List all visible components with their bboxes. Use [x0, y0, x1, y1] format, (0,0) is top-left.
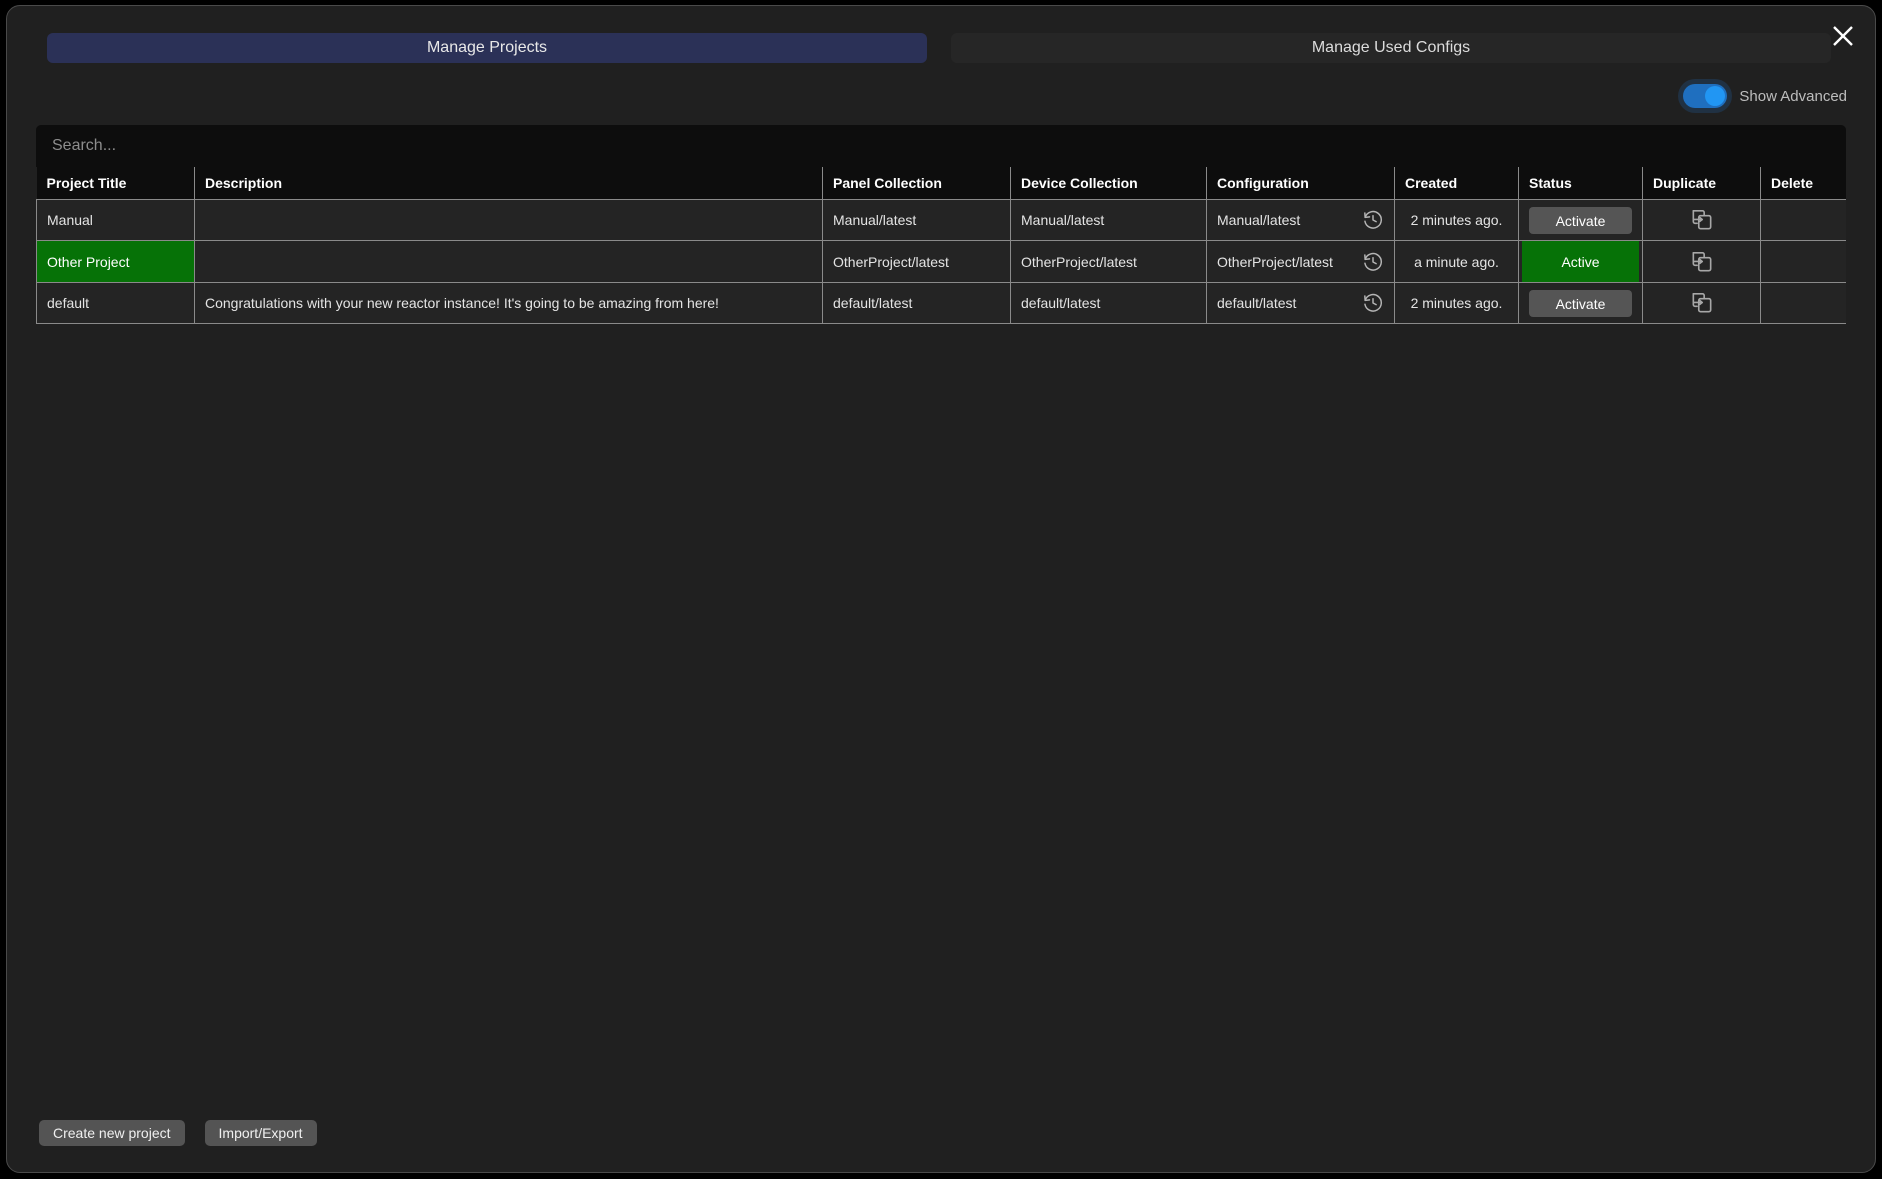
cell-description[interactable]: Congratulations with your new reactor in… — [194, 282, 823, 324]
duplicate-icon[interactable] — [1689, 290, 1715, 316]
column-header-status[interactable]: Status — [1518, 167, 1643, 200]
cell-project-title[interactable]: default — [36, 282, 195, 324]
cell-delete[interactable] — [1760, 240, 1846, 283]
active-status-badge[interactable]: Active — [1522, 241, 1639, 282]
show-advanced-toggle[interactable] — [1683, 84, 1728, 108]
cell-status: Activate — [1518, 199, 1643, 241]
projects-table-panel: Project Title Description Panel Collecti… — [36, 125, 1846, 324]
cell-panel-collection[interactable]: Manual/latest — [822, 199, 1011, 241]
column-header-device-collection[interactable]: Device Collection — [1010, 167, 1207, 200]
cell-configuration[interactable]: default/latest — [1206, 282, 1395, 324]
cell-device-collection[interactable]: Manual/latest — [1010, 199, 1207, 241]
cell-description[interactable] — [194, 199, 823, 241]
table-row[interactable]: Other Project OtherProject/latest OtherP… — [36, 240, 1846, 283]
projects-table: Project Title Description Panel Collecti… — [36, 167, 1846, 324]
history-icon[interactable] — [1362, 292, 1384, 314]
column-header-delete[interactable]: Delete — [1760, 167, 1846, 200]
cell-configuration[interactable]: OtherProject/latest — [1206, 240, 1395, 283]
cell-project-title[interactable]: Other Project — [36, 240, 195, 283]
tab-manage-used-configs[interactable]: Manage Used Configs — [951, 33, 1831, 63]
cell-duplicate — [1642, 240, 1761, 283]
column-header-project-title[interactable]: Project Title — [36, 167, 195, 200]
activate-button[interactable]: Activate — [1529, 289, 1632, 317]
cell-project-title[interactable]: Manual — [36, 199, 195, 241]
configuration-value: OtherProject/latest — [1217, 253, 1333, 270]
cell-device-collection[interactable]: OtherProject/latest — [1010, 240, 1207, 283]
footer-actions: Create new project Import/Export — [39, 1120, 317, 1146]
cell-configuration[interactable]: Manual/latest — [1206, 199, 1395, 241]
activate-button[interactable]: Activate — [1529, 206, 1632, 234]
show-advanced-label: Show Advanced — [1739, 87, 1847, 105]
table-body: Manual Manual/latest Manual/latest Manua… — [36, 199, 1846, 324]
column-header-configuration[interactable]: Configuration — [1206, 167, 1395, 200]
table-header: Project Title Description Panel Collecti… — [36, 167, 1846, 200]
configuration-value: default/latest — [1217, 295, 1297, 311]
cell-created: 2 minutes ago. — [1394, 199, 1519, 241]
cell-delete[interactable] — [1760, 282, 1846, 324]
toggle-knob — [1705, 86, 1726, 106]
tab-manage-projects[interactable]: Manage Projects — [47, 33, 927, 63]
cell-created: a minute ago. — [1394, 240, 1519, 283]
table-row[interactable]: Manual Manual/latest Manual/latest Manua… — [36, 199, 1846, 241]
history-icon[interactable] — [1362, 251, 1384, 273]
cell-delete[interactable] — [1760, 199, 1846, 241]
history-icon[interactable] — [1362, 209, 1384, 231]
table-header-row: Project Title Description Panel Collecti… — [36, 167, 1846, 200]
column-header-panel-collection[interactable]: Panel Collection — [822, 167, 1011, 200]
import-export-button[interactable]: Import/Export — [204, 1120, 317, 1146]
close-icon — [1830, 23, 1856, 49]
create-new-project-button[interactable]: Create new project — [39, 1120, 185, 1146]
cell-status: Activate — [1518, 282, 1643, 324]
table-row[interactable]: default Congratulations with your new re… — [36, 282, 1846, 324]
cell-device-collection[interactable]: default/latest — [1010, 282, 1207, 324]
show-advanced-row: Show Advanced — [1683, 84, 1847, 108]
close-button[interactable] — [1829, 22, 1857, 50]
configuration-value: Manual/latest — [1217, 212, 1301, 228]
tab-bar: Manage Projects Manage Used Configs — [7, 6, 1875, 72]
column-header-description[interactable]: Description — [194, 167, 823, 200]
duplicate-icon[interactable] — [1689, 207, 1715, 233]
cell-duplicate — [1642, 199, 1761, 241]
column-header-duplicate[interactable]: Duplicate — [1642, 167, 1761, 200]
column-header-created[interactable]: Created — [1394, 167, 1519, 200]
duplicate-icon[interactable] — [1689, 249, 1715, 275]
cell-description[interactable] — [194, 240, 823, 283]
cell-duplicate — [1642, 282, 1761, 324]
search-input[interactable] — [50, 125, 1846, 168]
project-manager-window: Manage Projects Manage Used Configs Show… — [6, 5, 1876, 1173]
cell-panel-collection[interactable]: OtherProject/latest — [822, 240, 1011, 283]
search-bar — [36, 125, 1846, 168]
cell-status: Active — [1518, 240, 1643, 283]
cell-panel-collection[interactable]: default/latest — [822, 282, 1011, 324]
cell-created: 2 minutes ago. — [1394, 282, 1519, 324]
